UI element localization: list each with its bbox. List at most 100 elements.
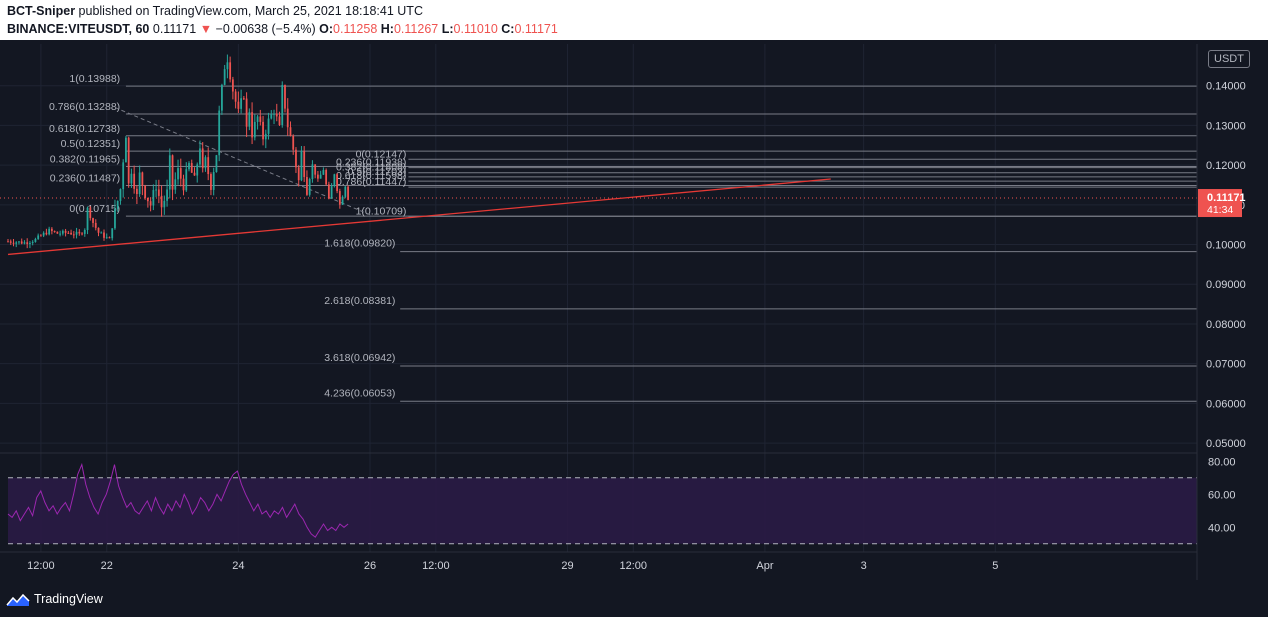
candle-body	[141, 172, 144, 186]
candle-body	[127, 137, 130, 184]
candle-body	[171, 155, 174, 190]
price-tick-label: 0.08000	[1206, 319, 1246, 331]
candle-body	[338, 191, 341, 205]
candle-body	[122, 162, 125, 190]
time-tick-label: 22	[101, 560, 113, 572]
candle-body	[289, 127, 292, 136]
candle-body	[201, 148, 204, 169]
candle-body	[61, 230, 64, 234]
fib-extension-label: 2.618(0.08381)	[324, 295, 395, 307]
candle-body	[262, 121, 264, 140]
fib-extension-label: 1.618(0.09820)	[324, 238, 395, 250]
candle-body	[59, 233, 62, 235]
time-tick-label: 24	[232, 560, 244, 572]
price-tick-label: 0.10000	[1206, 240, 1246, 252]
candle-body	[75, 231, 78, 235]
candle-body	[37, 235, 40, 239]
candle-body	[240, 98, 243, 109]
candle-body	[149, 201, 152, 206]
candle-body	[168, 155, 171, 190]
price-tick-label: 0.14000	[1206, 81, 1246, 93]
candle-body	[327, 184, 330, 199]
time-tick-label: 3	[861, 560, 867, 572]
candle-body	[179, 168, 182, 179]
candle-body	[199, 148, 201, 165]
candle-body	[344, 186, 347, 197]
fib-level-label: 0.786(0.13288)	[49, 101, 120, 113]
candle-body	[308, 178, 311, 195]
fib-level-label: 0(0.10715)	[69, 203, 120, 215]
candle-body	[83, 230, 86, 234]
candle-body	[152, 190, 155, 206]
candle-body	[114, 208, 116, 229]
fib2-level-label: 0.786(0.11447)	[336, 176, 406, 188]
candle-body	[212, 172, 215, 190]
candle-body	[221, 84, 223, 111]
candle-body	[267, 118, 270, 134]
fib-level-label: 0.236(0.11487)	[50, 172, 120, 184]
candle-body	[223, 69, 226, 85]
candle-body	[218, 110, 221, 156]
candle-body	[237, 101, 240, 109]
candle-body	[270, 114, 273, 119]
candle-body	[7, 241, 9, 243]
time-tick-label: 12:00	[27, 560, 55, 572]
candle-body	[64, 230, 67, 233]
candle-body	[56, 231, 59, 234]
time-tick-label: 26	[364, 560, 376, 572]
candle-body	[226, 62, 229, 70]
candle-body	[185, 169, 188, 191]
candle-body	[248, 112, 251, 127]
price-tick-label: 0.05000	[1206, 438, 1246, 450]
candle-body	[86, 207, 89, 231]
candle-body	[29, 242, 31, 244]
candle-body	[45, 232, 48, 235]
candle-body	[130, 173, 133, 184]
tradingview-brand[interactable]: TradingView	[34, 592, 103, 606]
candle-body	[264, 133, 267, 140]
candle-body	[306, 177, 308, 195]
candle-body	[253, 121, 256, 138]
candle-body	[138, 172, 141, 195]
candle-body	[160, 195, 163, 208]
candle-body	[50, 228, 53, 232]
candle-body	[174, 179, 177, 190]
candle-body	[81, 233, 83, 235]
fib-level-label: 0.5(0.12351)	[61, 138, 121, 150]
time-tick-label: 29	[561, 560, 573, 572]
candle-body	[42, 232, 45, 236]
candle-body	[53, 231, 56, 233]
candle-body	[281, 85, 284, 126]
candle-body	[336, 174, 338, 192]
candle-body	[163, 200, 166, 208]
candle-body	[31, 241, 34, 243]
time-tick-label: 12:00	[620, 560, 648, 572]
candle-body	[103, 232, 105, 238]
candle-body	[116, 200, 119, 209]
candle-body	[190, 163, 193, 173]
candle-body	[256, 116, 259, 122]
candle-body	[92, 218, 94, 223]
fib-level-label: 0.618(0.12738)	[49, 123, 120, 135]
rsi-tick-label: 40.00	[1208, 522, 1236, 534]
currency-badge[interactable]: USDT	[1208, 50, 1250, 68]
candle-body	[133, 173, 136, 189]
price-tick-label: 0.09000	[1206, 279, 1246, 291]
candle-body	[97, 227, 100, 233]
candle-body	[67, 232, 70, 234]
rsi-tick-label: 60.00	[1208, 489, 1236, 501]
price-tick-label: 0.12000	[1206, 160, 1246, 172]
time-tick-label: 5	[992, 560, 998, 572]
candle-body	[48, 228, 51, 235]
price-chart[interactable]: 1(0.13988) 0.786(0.13288) 0.618(0.12738) 0.…	[0, 0, 1268, 583]
candle-body	[177, 168, 179, 180]
candle-body	[119, 189, 122, 201]
candle-body	[242, 98, 245, 100]
candle-body	[300, 151, 303, 181]
candle-body	[215, 155, 218, 173]
candle-body	[23, 242, 26, 244]
candle-body	[311, 164, 314, 179]
candle-body	[26, 242, 29, 244]
candle-body	[229, 62, 232, 80]
time-tick-label: Apr	[756, 560, 773, 572]
